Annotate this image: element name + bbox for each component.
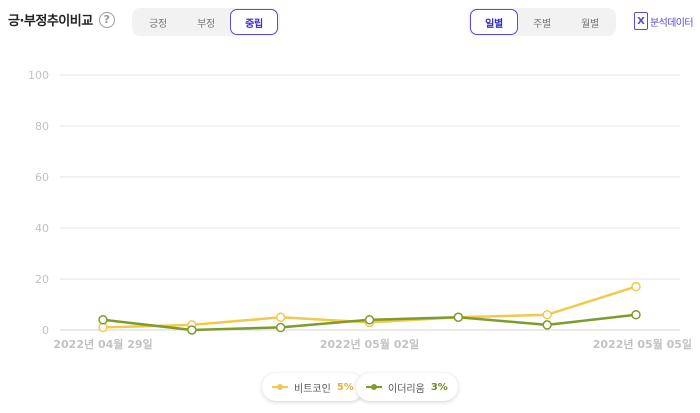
line-chart: 0 20 40 60 80 100 2022년 04월 29일 2022년 05월 02일 20…	[28, 69, 692, 351]
data-point-series0-0	[98, 322, 108, 333]
legend-marker-bitcoin	[272, 382, 288, 392]
legend-marker-ethereum	[366, 382, 382, 392]
data-point-series1-0	[98, 315, 108, 325]
legend-label-bitcoin: 비트코인	[294, 383, 331, 395]
data-point-series1-3	[364, 315, 375, 325]
y-tick-label: 60	[35, 171, 49, 184]
x-tick-label: 2022년 04월 29일	[53, 337, 152, 351]
data-point-series1-5	[542, 320, 552, 330]
x-tick-label: 2022년 05월 02일	[320, 337, 419, 351]
data-point-series1-4	[453, 312, 464, 322]
y-tick-label: 0	[42, 324, 49, 337]
y-tick-label: 20	[35, 273, 49, 286]
x-tick-label: 2022년 05월 05일	[593, 337, 692, 351]
y-tick-label: 80	[35, 120, 49, 133]
legend-value-bitcoin: 5%	[336, 381, 354, 393]
legend-item-bitcoin[interactable]: 비트코인 5%	[262, 373, 364, 401]
legend-value-ethereum: 3%	[430, 381, 448, 393]
data-point-series0-6	[631, 281, 641, 292]
data-point-series0-5	[542, 309, 552, 320]
y-tick-label: 100	[28, 69, 49, 82]
data-point-series1-6	[631, 309, 641, 320]
data-point-series1-1	[187, 325, 197, 335]
legend-label-ethereum: 이더리움	[388, 383, 425, 395]
data-point-series0-2	[275, 312, 286, 322]
data-point-series1-2	[275, 322, 286, 333]
legend-item-ethereum[interactable]: 이더리움 3%	[356, 373, 458, 401]
y-tick-label: 40	[35, 222, 49, 235]
